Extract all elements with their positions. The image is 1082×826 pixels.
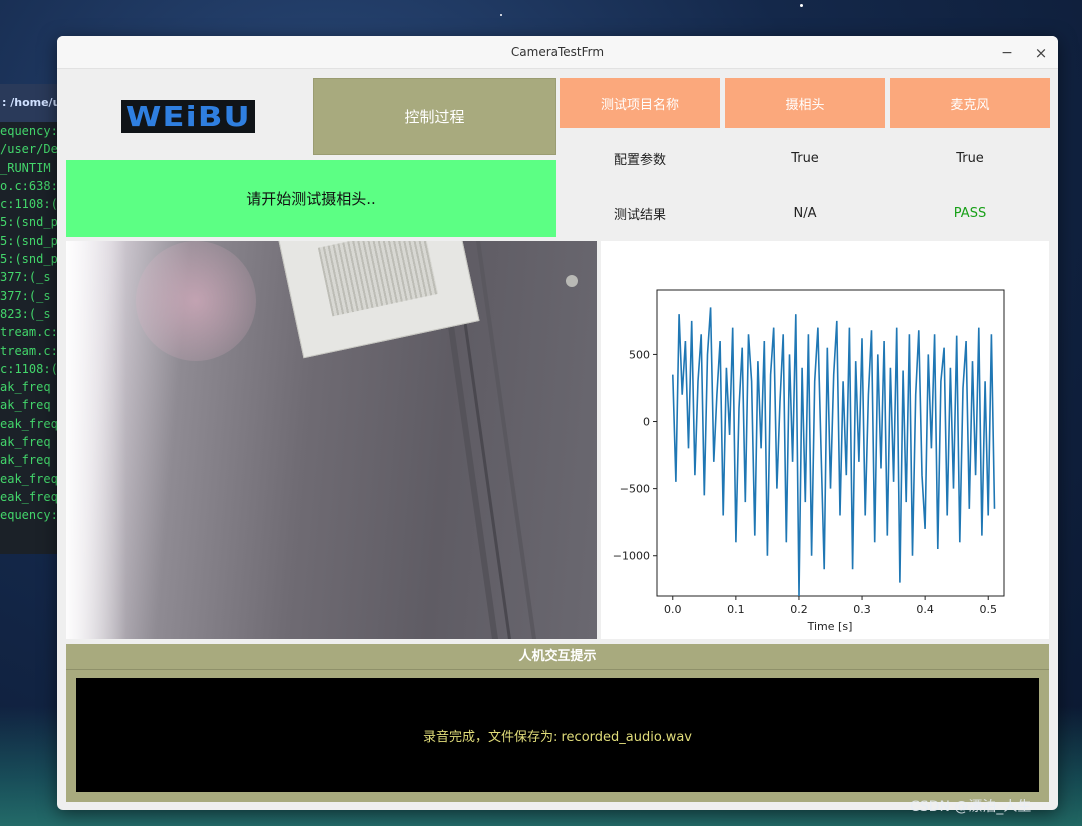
x-tick-label: 0.4 [916,603,934,616]
x-tick-label: 0.3 [853,603,871,616]
title-bar[interactable]: CameraTestFrm − × [57,36,1058,69]
y-tick-label: −1000 [613,550,650,563]
watermark: CSDN @漂泊_人生 [910,799,1032,815]
logo-text: WEiBU [125,100,251,133]
camera-test-window: CameraTestFrm − × WEiBU 控制过程 请开始测试摄相头.. … [57,36,1058,810]
mic-result-value: PASS [953,205,987,221]
camera-config-value: True [791,150,819,166]
message-console: 录音完成，文件保存为: recorded_audio.wav [76,678,1039,792]
y-tick-label: 500 [629,348,650,361]
logo-area: WEiBU [67,78,309,156]
test-result-label: 测试结果 [613,207,666,223]
window-light-glare [66,241,126,639]
ceiling-lamp [566,275,578,287]
star [500,14,502,16]
y-tick-label: 0 [643,416,650,429]
panel-title: 人机交互提示 [66,644,1049,670]
camera-result-value: N/A [793,205,817,221]
ac-grille [317,241,439,317]
x-tick-label: 0.1 [727,603,745,616]
camera-preview [66,241,597,639]
interaction-panel: 人机交互提示 录音完成，文件保存为: recorded_audio.wav [66,644,1049,802]
console-message: 录音完成，文件保存为: recorded_audio.wav [422,729,692,745]
control-process-button[interactable]: 控制过程 [313,78,556,155]
x-axis-label: Time [s] [807,620,853,633]
audio-waveform-chart: 0.0 0.1 0.2 0.3 0.4 0.5 500 0 −500 −1000 Time [s] [601,241,1049,639]
close-button[interactable]: × [1030,42,1052,64]
x-tick-label: 0.5 [979,603,997,616]
star [800,4,803,7]
status-message: 请开始测试摄相头.. [66,160,556,237]
minimize-button[interactable]: − [996,42,1018,64]
y-tick-label: −500 [620,483,650,496]
header-microphone: 麦克风 [890,78,1050,128]
window-title: CameraTestFrm [510,45,605,59]
header-test-item-name: 测试项目名称 [560,78,720,128]
header-camera: 摄相头 [725,78,885,128]
x-tick-label: 0.0 [664,603,682,616]
waveform-svg: 0.0 0.1 0.2 0.3 0.4 0.5 500 0 −500 −1000 Time [s] [613,289,1005,633]
mic-config-value: True [956,150,984,166]
waveform-series-line [672,307,996,597]
light-reflection [136,241,256,361]
config-params-label: 配置参数 [613,152,666,168]
x-tick-label: 0.2 [790,603,808,616]
company-logo: WEiBU [121,100,255,133]
